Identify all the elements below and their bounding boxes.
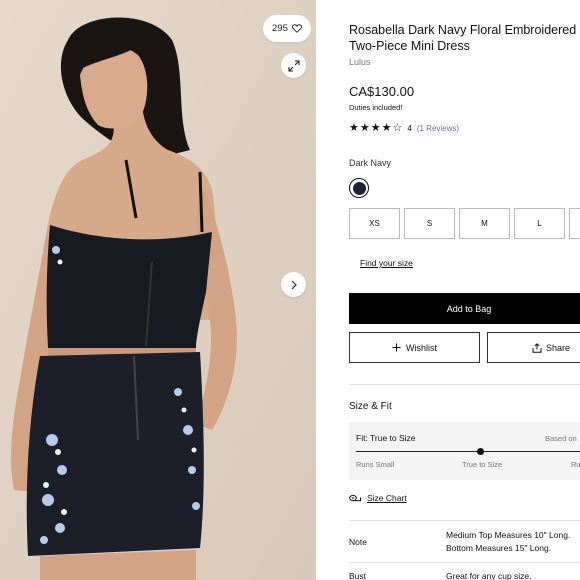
color-swatch-dark-navy[interactable] [349,178,369,198]
product-photo [0,0,316,580]
plus-icon [392,343,401,352]
fit-scale-marker [476,448,484,455]
spec-value-note-line-1: Medium Top Measures 10" Long. [446,530,571,540]
fit-scale-left-label: Runs Small [356,460,395,469]
share-icon [532,342,542,353]
fit-scale-line [356,451,580,452]
divider [349,562,580,563]
size-option-s[interactable]: S [404,208,455,239]
chevron-right-icon [291,280,297,289]
fit-scale-middle-label: True to Size [462,460,503,469]
star-filled-icon: ★ [370,122,381,134]
fit-scale-right-label: Ru [571,460,580,469]
size-option-m[interactable]: M [459,208,510,239]
expand-image-button[interactable] [281,53,306,78]
size-option-xl[interactable] [569,208,580,239]
product-title: Rosabella Dark Navy Floral Embroidered T… [349,23,577,53]
find-your-size-link[interactable]: Find your size [360,258,413,268]
rating-value: 4 [407,124,412,133]
fit-label: Fit: True to Size [356,433,416,443]
brand-link[interactable]: Lulus [349,57,371,67]
reviews-link[interactable]: (1 Reviews) [417,124,459,133]
share-label: Share [546,342,571,353]
add-to-bag-button[interactable]: Add to Bag [349,293,580,324]
spec-value-note-line-2: Bottom Measures 15" Long. [446,543,552,553]
product-price: CA$130.00 [349,84,415,99]
rating-summary[interactable]: ★ ★ ★ ★ ☆ 4 (1 Reviews) [349,123,459,134]
product-image-gallery[interactable]: 295 [0,0,316,580]
divider [349,520,580,521]
share-button[interactable]: Share [487,332,580,363]
next-image-button[interactable] [281,272,306,297]
divider [349,384,580,385]
size-fit-heading: Size & Fit [349,401,392,412]
like-count: 295 [272,23,288,34]
star-filled-icon: ★ [381,122,392,134]
like-counter[interactable]: 295 [263,15,311,42]
ruler-icon [349,494,361,501]
size-chart-link[interactable]: Size Chart [349,493,407,503]
spec-key-bust: Bust [349,571,367,580]
fit-scale: Fit: True to Size Based on Runs Small Tr… [349,422,580,480]
size-option-xs[interactable]: XS [349,208,400,239]
spec-key-note: Note [349,537,367,547]
wishlist-button[interactable]: Wishlist [349,332,480,363]
star-filled-icon: ★ [359,122,370,134]
fit-based-on: Based on [545,434,577,443]
size-option-l[interactable]: L [514,208,565,239]
star-empty-icon: ☆ [392,122,403,134]
spec-value-bust: Great for any cup size. [446,571,532,580]
duties-note: Duties included! [349,103,403,112]
color-label: Dark Navy [349,158,392,168]
star-filled-icon: ★ [349,122,359,134]
expand-icon [287,59,300,72]
heart-icon [291,24,302,33]
product-details: Rosabella Dark Navy Floral Embroidered T… [349,0,580,580]
size-selector: XS S M L [349,208,580,239]
wishlist-label: Wishlist [406,342,437,353]
size-chart-label: Size Chart [367,493,407,503]
